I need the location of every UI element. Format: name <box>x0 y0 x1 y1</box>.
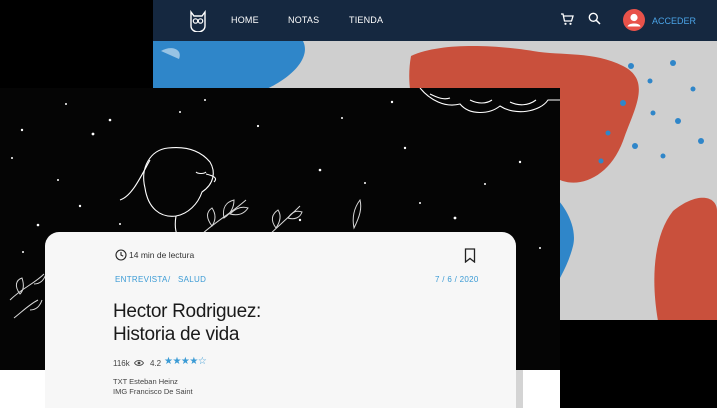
article-title[interactable]: Hector Rodriguez: Historia de vida <box>113 300 261 346</box>
bookmark-icon[interactable] <box>464 248 476 263</box>
article-title-line-2: Historia de vida <box>113 324 240 345</box>
scrollbar[interactable] <box>516 370 523 408</box>
tag-separator: / <box>168 275 171 284</box>
login-link[interactable]: ACCEDER <box>652 16 696 26</box>
nav-home[interactable]: HOME <box>231 15 259 25</box>
text-credit: TXT Esteban Heinz <box>113 377 178 386</box>
nav-tienda[interactable]: TIENDA <box>349 15 383 25</box>
category-tag[interactable]: ENTREVISTA <box>115 275 168 284</box>
eye-icon <box>134 360 144 366</box>
nav-notas[interactable]: NOTAS <box>288 15 319 25</box>
reading-time: 14 min de lectura <box>129 250 195 260</box>
rating-stars[interactable]: ★★★★☆ <box>164 356 207 367</box>
subcategory-tag[interactable]: SALUD <box>178 275 206 284</box>
publish-date: 7 / 6 / 2020 <box>435 275 479 284</box>
user-avatar-button[interactable] <box>623 9 645 31</box>
clock-icon <box>115 249 127 261</box>
article-title-line-1: Hector Rodriguez: <box>113 301 262 322</box>
view-count: 116k <box>113 359 130 368</box>
image-credit: IMG Francisco De Saint <box>113 387 193 396</box>
rating-value: 4.2 <box>150 359 162 368</box>
cart-icon[interactable] <box>560 12 574 26</box>
user-icon <box>627 13 641 27</box>
top-navigation-bar: HOME NOTAS TIENDA ACCEDER <box>153 0 717 41</box>
search-icon[interactable] <box>588 12 601 25</box>
owl-logo-icon[interactable] <box>189 8 207 32</box>
article-card[interactable]: 14 min de lectura ENTREVISTA / SALUD 7 /… <box>45 232 516 408</box>
